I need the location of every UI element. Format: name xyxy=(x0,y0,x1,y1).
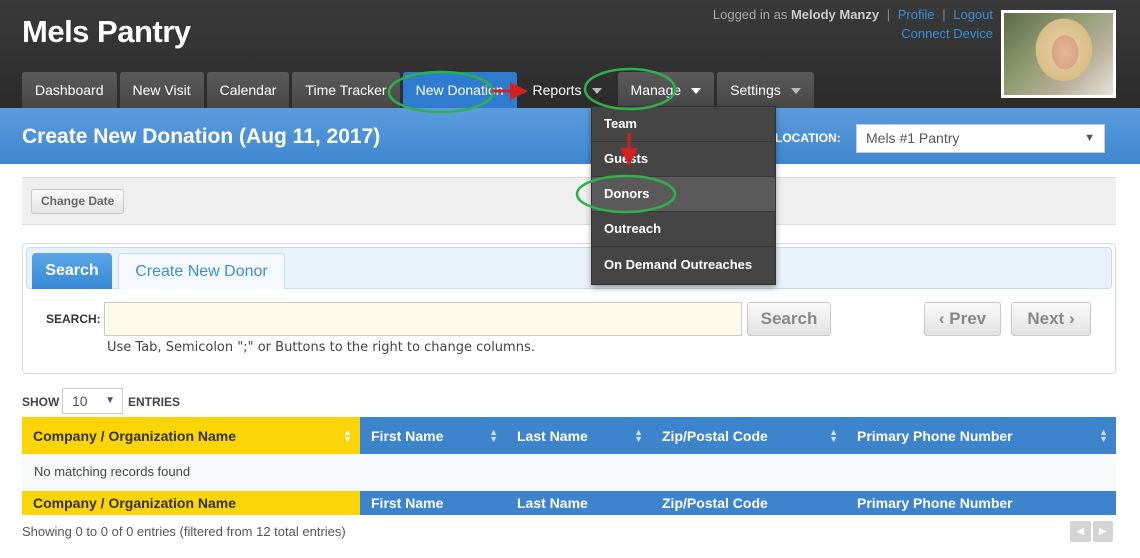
table-empty-message: No matching records found xyxy=(22,454,1116,491)
avatar[interactable] xyxy=(1001,10,1116,98)
column-header-label: Zip/Postal Code xyxy=(662,427,768,444)
tab-reports-label: Reports xyxy=(532,82,582,98)
sort-icon: ▲ ▼ xyxy=(489,426,498,444)
table-summary: Showing 0 to 0 of 0 entries (filtered fr… xyxy=(22,524,346,539)
footer-zip: Zip/Postal Code xyxy=(651,491,846,515)
footer-phone: Primary Phone Number xyxy=(846,491,1116,515)
show-label: SHOW xyxy=(22,395,60,409)
location-value: Mels #1 Pantry xyxy=(866,130,960,146)
footer-last-name: Last Name xyxy=(506,491,651,515)
column-header-phone[interactable]: Primary Phone Number ▲ ▼ xyxy=(846,417,1116,454)
tab-time-tracker[interactable]: Time Tracker xyxy=(292,72,400,108)
column-header-label: First Name xyxy=(371,427,444,444)
pager-next-icon[interactable]: ▶ xyxy=(1092,521,1113,542)
table-footer: Company / Organization Name First Name L… xyxy=(22,491,1116,515)
tab-manage-label: Manage xyxy=(630,82,682,98)
column-header-label: Company / Organization Name xyxy=(33,427,237,444)
column-header-first-name[interactable]: First Name ▲ ▼ xyxy=(360,417,506,454)
chevron-down-icon xyxy=(790,88,801,95)
search-hint: Use Tab, Semicolon ";" or Buttons to the… xyxy=(107,340,535,355)
sort-icon: ▲ ▼ xyxy=(1099,426,1108,444)
date-toolbar: Change Date xyxy=(22,177,1116,225)
tab-manage[interactable]: Manage xyxy=(617,72,715,108)
tab-settings[interactable]: Settings xyxy=(717,72,814,108)
column-header-label: Last Name xyxy=(517,427,588,444)
user-name: Melody Manzy xyxy=(790,7,880,22)
separator: | xyxy=(886,7,891,22)
manage-dropdown-menu: Team Guests Donors Outreach On Demand Ou… xyxy=(591,106,776,285)
pager-prev-icon[interactable]: ◀ xyxy=(1070,521,1091,542)
sort-icon: ▲ ▼ xyxy=(829,426,838,444)
table-pager: ◀ ▶ xyxy=(1070,521,1113,542)
search-panel-tabs: Search Create New Donor xyxy=(26,247,1112,289)
column-header-zip[interactable]: Zip/Postal Code ▲ ▼ xyxy=(651,417,846,454)
separator: | xyxy=(942,7,946,22)
page-size-select[interactable]: 10 ▼ xyxy=(62,388,123,414)
tab-create-new-donor[interactable]: Create New Donor xyxy=(118,253,285,289)
tab-new-donation[interactable]: New Donation xyxy=(402,72,517,108)
tab-reports[interactable]: Reports xyxy=(520,72,615,108)
tab-search[interactable]: Search xyxy=(32,253,112,289)
table-header: Company / Organization Name ▲ ▼ First Nam… xyxy=(22,417,1116,454)
column-header-label: Primary Phone Number xyxy=(857,427,1013,444)
profile-link[interactable]: Profile xyxy=(898,7,935,22)
footer-first-name: First Name xyxy=(360,491,506,515)
search-input[interactable] xyxy=(104,302,742,336)
chevron-down-icon xyxy=(691,88,702,95)
location-label: LOCATION: xyxy=(775,131,841,145)
page-title-bar: Create New Donation (Aug 11, 2017) LOCAT… xyxy=(0,108,1140,164)
tab-dashboard[interactable]: Dashboard xyxy=(22,72,117,108)
sort-icon: ▲ ▼ xyxy=(343,426,352,444)
change-date-button[interactable]: Change Date xyxy=(31,189,125,214)
menu-item-on-demand-outreaches[interactable]: On Demand Outreaches xyxy=(592,248,775,283)
search-label: SEARCH: xyxy=(46,312,101,326)
next-button[interactable]: Next › xyxy=(1011,302,1091,336)
footer-company: Company / Organization Name xyxy=(22,491,360,515)
page-size-value: 10 xyxy=(72,393,88,409)
sort-icon: ▲ ▼ xyxy=(634,426,643,444)
menu-item-outreach[interactable]: Outreach xyxy=(592,212,775,247)
location-select[interactable]: Mels #1 Pantry ▼ xyxy=(856,124,1105,153)
logout-link[interactable]: Logout xyxy=(953,7,993,22)
logged-in-prefix: Logged in as xyxy=(712,7,788,22)
main-nav: Dashboard New Visit Calendar Time Tracke… xyxy=(22,72,814,108)
chevron-down-icon xyxy=(591,88,602,95)
menu-item-team[interactable]: Team xyxy=(592,107,775,142)
tab-settings-label: Settings xyxy=(730,82,781,98)
prev-button[interactable]: ‹ Prev xyxy=(924,302,1001,336)
column-header-company[interactable]: Company / Organization Name ▲ ▼ xyxy=(22,417,360,454)
entries-label: ENTRIES xyxy=(128,395,181,409)
tab-new-visit[interactable]: New Visit xyxy=(119,72,204,108)
menu-item-guests[interactable]: Guests xyxy=(592,142,775,177)
app-title: Mels Pantry xyxy=(22,14,191,49)
chevron-down-icon: ▼ xyxy=(105,395,115,406)
column-header-last-name[interactable]: Last Name ▲ ▼ xyxy=(506,417,651,454)
search-button[interactable]: Search xyxy=(747,302,831,336)
search-panel: Search Create New Donor SEARCH: Search ‹… xyxy=(22,243,1116,374)
menu-item-donors[interactable]: Donors xyxy=(592,177,775,212)
connect-device-link[interactable]: Connect Device xyxy=(901,26,993,41)
tab-calendar[interactable]: Calendar xyxy=(206,72,290,108)
page-title: Create New Donation (Aug 11, 2017) xyxy=(22,125,381,148)
user-info: Logged in as Melody Manzy | Profile | Lo… xyxy=(713,7,993,22)
app-header: Mels Pantry Logged in as Melody Manzy | … xyxy=(0,0,1140,108)
user-photo xyxy=(1004,13,1113,95)
chevron-down-icon: ▼ xyxy=(1084,132,1095,144)
